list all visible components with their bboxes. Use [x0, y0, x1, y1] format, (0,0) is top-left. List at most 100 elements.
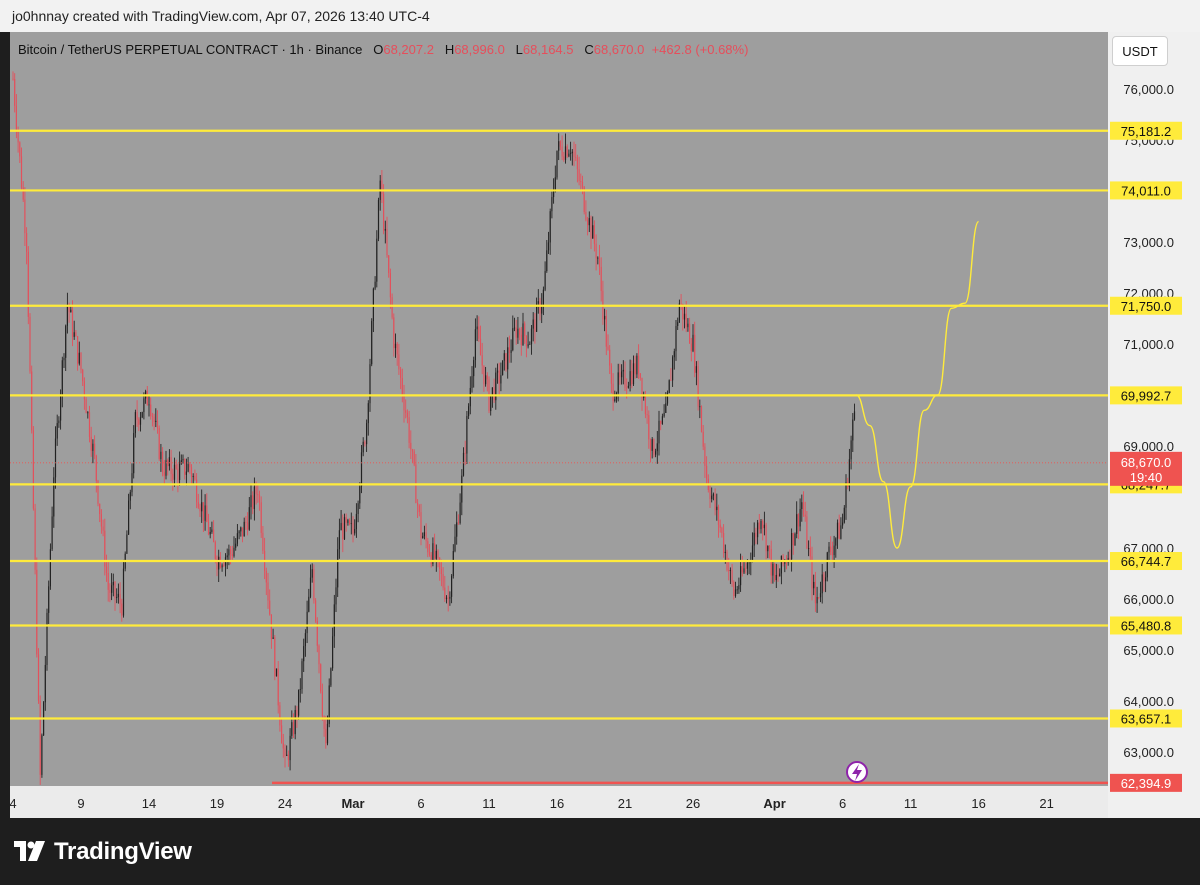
candle-body — [498, 370, 500, 384]
candle-body — [197, 502, 199, 508]
candle-body — [648, 415, 650, 440]
candle-body — [333, 604, 335, 637]
candle-body — [231, 553, 233, 557]
candle-body — [537, 301, 539, 304]
candle-body — [111, 585, 113, 593]
candle-body — [117, 593, 119, 597]
candle-body — [371, 321, 373, 365]
candle-body — [179, 463, 181, 481]
candle-body — [24, 199, 26, 234]
candle-body — [587, 219, 589, 226]
brand-name: TradingView — [54, 838, 192, 865]
candle-body — [502, 360, 504, 376]
candle-body — [690, 343, 692, 351]
candles-group — [12, 71, 856, 785]
candle-body — [221, 565, 223, 568]
candle-body — [592, 225, 594, 239]
candle-body — [275, 668, 278, 677]
candle-body — [673, 351, 675, 358]
candle-body — [240, 527, 242, 532]
candle-body — [102, 526, 104, 531]
candle-body — [520, 334, 522, 345]
candle-body — [199, 507, 201, 512]
candle-body — [406, 412, 408, 418]
candle-body — [158, 428, 160, 460]
candle-body — [469, 387, 471, 407]
candle-body — [814, 581, 816, 604]
candle-body — [173, 464, 176, 480]
candle-body — [437, 550, 439, 558]
candle-body — [840, 525, 842, 539]
candle-body — [299, 689, 301, 690]
candle-body — [799, 508, 801, 527]
candle-body — [51, 516, 53, 550]
candle-body — [105, 566, 108, 573]
candle-body — [575, 156, 577, 158]
change-value: +462.8 (+0.68%) — [651, 42, 749, 57]
candle-body — [413, 451, 415, 465]
candle-body — [699, 406, 701, 408]
candle-body — [728, 569, 730, 572]
candle-body — [20, 156, 23, 188]
candle-body — [539, 301, 541, 314]
candle-body — [527, 344, 529, 347]
candle-body — [394, 343, 397, 349]
candle-body — [638, 355, 640, 374]
tradingview-logo[interactable]: TradingView — [14, 838, 192, 866]
candle-body — [359, 486, 361, 504]
candle-body — [172, 473, 174, 480]
candle-body — [777, 574, 779, 577]
candle-body — [281, 725, 283, 744]
candle-body — [83, 381, 85, 400]
candle-body — [296, 710, 298, 716]
candle-body — [112, 582, 114, 586]
level-tag-label: 69,992.7 — [1121, 388, 1172, 403]
candle-body — [581, 182, 584, 188]
candle-body — [434, 543, 436, 559]
candle-body — [775, 574, 777, 581]
candle-body — [479, 338, 482, 356]
candle-body — [122, 568, 125, 616]
candle-body — [253, 486, 255, 510]
candle-body — [362, 441, 364, 453]
candle-body — [291, 722, 293, 736]
currency-button[interactable]: USDT — [1112, 36, 1168, 66]
candle-body — [741, 566, 743, 573]
candle-body — [37, 654, 40, 701]
candle-body — [644, 396, 646, 415]
candle-body — [665, 403, 667, 414]
candle-body — [233, 547, 235, 557]
candle-body — [175, 464, 177, 469]
candle-body — [27, 251, 29, 317]
candle-body — [26, 233, 28, 252]
candle-body — [570, 153, 572, 154]
candle-body — [476, 326, 478, 330]
candle-body — [456, 522, 458, 537]
candle-body — [32, 430, 34, 509]
candle-body — [153, 416, 155, 422]
candle-body — [852, 419, 854, 441]
candle-body — [70, 309, 72, 313]
candle-body — [622, 369, 624, 372]
candle-body — [546, 250, 548, 272]
candle-body — [513, 327, 516, 329]
candle-body — [15, 105, 17, 131]
candle-body — [270, 614, 272, 639]
candle-body — [31, 371, 33, 431]
candle-body — [478, 326, 480, 339]
candle-body — [462, 452, 465, 476]
candle-body — [427, 541, 429, 553]
candle-body — [670, 380, 672, 382]
candle-body — [490, 396, 492, 412]
candle-body — [709, 489, 711, 500]
candle-body — [252, 495, 254, 510]
candle-body — [848, 459, 850, 487]
candle-body — [765, 524, 767, 552]
candle-body — [185, 471, 187, 475]
candle-body — [39, 700, 41, 775]
candle-body — [496, 370, 499, 373]
high-value: 68,996.0 — [454, 42, 505, 57]
x-tick-label: Mar — [341, 796, 364, 811]
candle-body — [573, 151, 575, 157]
candle-body — [238, 531, 240, 534]
